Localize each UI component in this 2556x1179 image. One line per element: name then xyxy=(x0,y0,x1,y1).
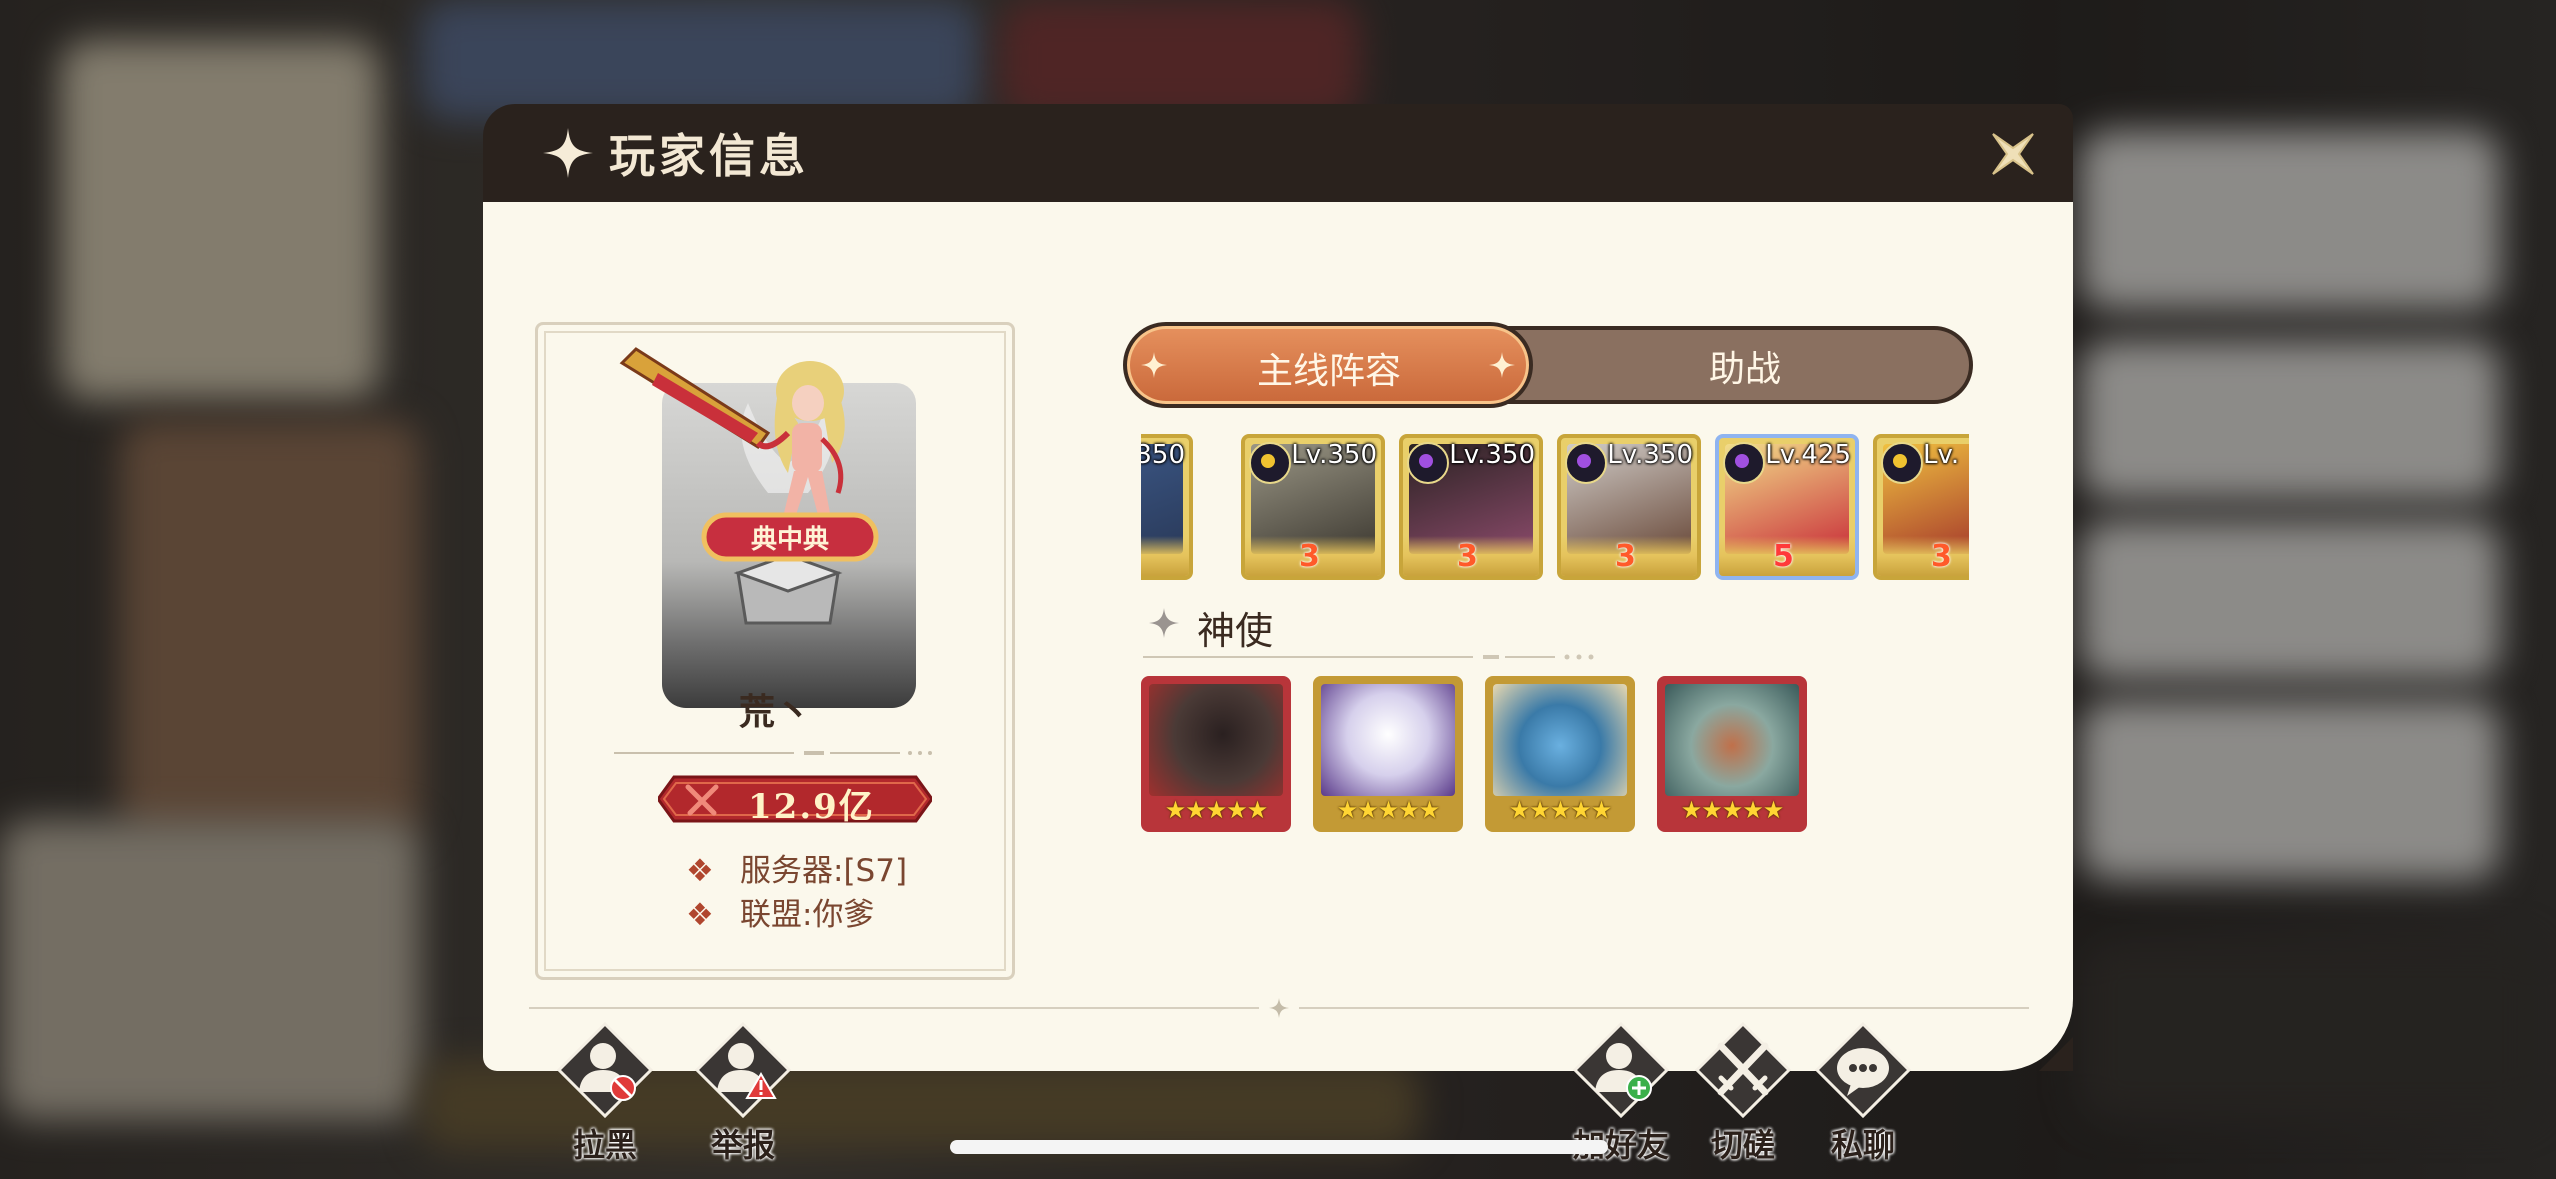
report-user-icon xyxy=(695,1022,791,1118)
sparkle-icon xyxy=(1149,608,1179,638)
hero-star-count: 3 xyxy=(1615,539,1636,574)
hero-card[interactable]: Lv.425 5 xyxy=(1715,434,1859,580)
tab-main-lineup-label: 主线阵容 xyxy=(1257,351,1402,392)
section-divider xyxy=(1143,654,1594,660)
hero-star-count: 3 xyxy=(1931,539,1952,574)
tab-support[interactable]: 助战 xyxy=(1533,326,1973,404)
faction-icon xyxy=(1249,442,1291,484)
diamond-arrow-icon: ❖ xyxy=(686,897,714,933)
block-user-icon xyxy=(557,1022,653,1118)
player-name: 荒丶 xyxy=(738,692,811,733)
crossed-swords-icon xyxy=(685,784,719,816)
envoy-portrait xyxy=(1665,684,1799,796)
hero-star-count: 5 xyxy=(1773,539,1794,574)
hero-level: Lv. xyxy=(1923,440,1960,470)
hero-card[interactable]: Lv.350 3 xyxy=(1241,434,1385,580)
alliance-text: 联盟:你爹 xyxy=(740,897,875,933)
faction-icon xyxy=(1723,442,1765,484)
envoy-stars: ★★★★★ xyxy=(1680,796,1785,824)
blacklist-label: 拉黑 xyxy=(572,1126,637,1164)
envoy-card[interactable]: ★★★★★ xyxy=(1313,676,1463,832)
alliance-row: ❖ 联盟:你爹 xyxy=(686,889,874,934)
tab-main-lineup[interactable]: 主线阵容 xyxy=(1123,322,1533,408)
sparkle-icon xyxy=(1489,352,1515,378)
envoy-card[interactable]: ★★★★★ xyxy=(1657,676,1807,832)
faction-icon xyxy=(1407,442,1449,484)
private-chat-label: 私聊 xyxy=(1830,1126,1895,1164)
report-button[interactable]: 举报 xyxy=(683,1022,803,1172)
dialog-title: 玩家信息 xyxy=(609,129,809,183)
envoy-card[interactable]: ★★★★★ xyxy=(1485,676,1635,832)
hero-card[interactable]: Lv.350 3 xyxy=(1141,434,1193,580)
dialog-body: 典中典 荒丶 12.9亿 ❖ 服务器:[S7] ❖ 联盟:你爹 助战 主线阵容 … xyxy=(483,202,2073,1164)
envoy-card[interactable]: ★★★★★ xyxy=(1141,676,1291,832)
diamond-arrow-icon: ❖ xyxy=(686,853,714,889)
hero-rank-wing xyxy=(1141,536,1189,576)
server-row: ❖ 服务器:[S7] xyxy=(686,845,907,890)
sparkle-icon xyxy=(543,128,593,178)
tab-support-label: 助战 xyxy=(1709,349,1782,390)
chat-bubble-icon xyxy=(1815,1022,1911,1118)
blacklist-button[interactable]: 拉黑 xyxy=(545,1022,665,1172)
card-divider xyxy=(614,751,932,755)
hero-rank-wing xyxy=(1877,536,1969,576)
hero-level: Lv.350 xyxy=(1291,440,1377,470)
envoy-stars: ★★★★★ xyxy=(1508,796,1613,824)
duel-button[interactable]: 切磋 xyxy=(1683,1022,1803,1172)
faction-icon xyxy=(1565,442,1607,484)
hero-star-count: 3 xyxy=(1299,539,1320,574)
envoy-stars: ★★★★★ xyxy=(1336,796,1441,824)
hero-level: Lv.350 xyxy=(1607,440,1693,470)
envoy-portrait xyxy=(1493,684,1627,796)
hero-card[interactable]: Lv. 3 xyxy=(1873,434,1969,580)
server-text: 服务器:[S7] xyxy=(740,853,908,889)
crossed-swords-icon xyxy=(1695,1022,1791,1118)
power-value: 12.9亿 xyxy=(748,787,875,827)
hero-card[interactable]: Lv.350 3 xyxy=(1399,434,1543,580)
dialog-header: 玩家信息 xyxy=(483,104,2073,202)
add-friend-icon xyxy=(1573,1022,1669,1118)
home-indicator[interactable] xyxy=(950,1140,1608,1154)
profile-card: 典中典 荒丶 12.9亿 ❖ 服务器:[S7] ❖ 联盟:你爹 xyxy=(535,322,1015,980)
duel-label: 切磋 xyxy=(1710,1126,1775,1164)
envoy-portrait xyxy=(1321,684,1455,796)
envoy-portrait xyxy=(1149,684,1283,796)
private-chat-button[interactable]: 私聊 xyxy=(1803,1022,1923,1172)
hero-card[interactable]: Lv.350 3 xyxy=(1557,434,1701,580)
close-icon[interactable] xyxy=(1985,126,2041,182)
envoy-section-title: 神使 xyxy=(1197,609,1274,653)
player-info-dialog: 玩家信息 典中典 荒丶 12.9亿 ❖ 服务器:[S7] ❖ 联盟:你爹 助战 … xyxy=(483,104,2073,1164)
sparkle-icon xyxy=(1141,352,1167,378)
bottom-divider xyxy=(529,998,2029,1018)
corner-decoration xyxy=(2039,1037,2073,1071)
faction-icon xyxy=(1881,442,1923,484)
hero-level: Lv.350 xyxy=(1141,440,1185,470)
avatar[interactable] xyxy=(618,343,958,643)
hero-level: Lv.425 xyxy=(1765,440,1851,470)
hero-lineup: Lv.350 3 Lv.350 3 Lv.350 3 Lv xyxy=(1141,434,1969,582)
envoy-stars: ★★★★★ xyxy=(1164,796,1269,824)
report-label: 举报 xyxy=(710,1126,775,1164)
rank-badge-label: 典中典 xyxy=(750,525,829,555)
hero-star-count: 3 xyxy=(1457,539,1478,574)
hero-level: Lv.350 xyxy=(1449,440,1535,470)
